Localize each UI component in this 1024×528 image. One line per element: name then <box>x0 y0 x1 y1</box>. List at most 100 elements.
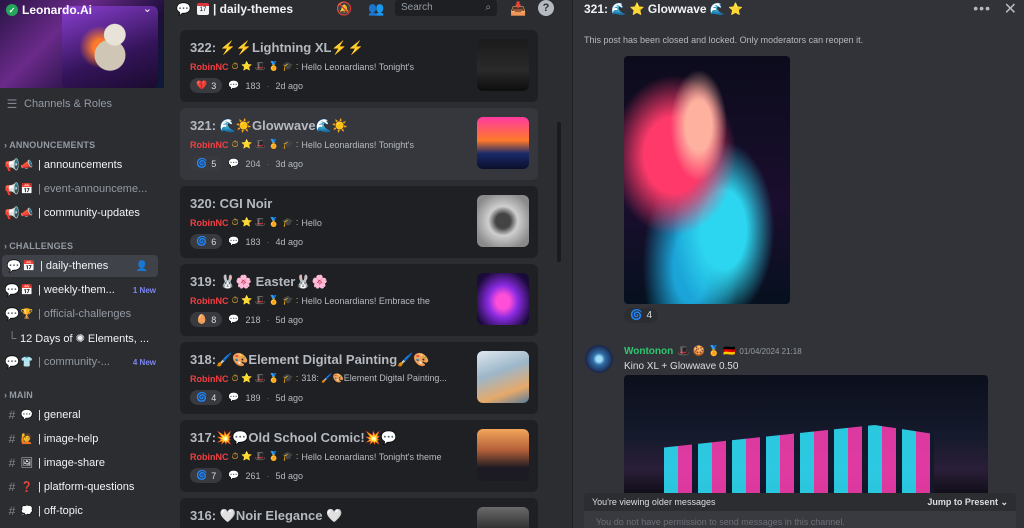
forum-title: | daily-themes <box>212 2 294 16</box>
avatar[interactable] <box>585 345 613 373</box>
close-icon[interactable]: ✕ <box>1004 0 1017 19</box>
notification-muted-icon[interactable]: 🔕 <box>336 1 352 17</box>
new-badge: 1 New <box>132 285 156 295</box>
post-author[interactable]: RobinNC <box>190 218 229 228</box>
chevron-down-icon: › <box>4 241 8 251</box>
reaction-pill[interactable]: 🌀 7 <box>190 468 223 483</box>
forum-post-317[interactable]: 317:💥💬Old School Comic!💥💬 RobinNC ⏱ ⭐ 🎩 … <box>180 420 538 492</box>
sidebar-item-platform-questions[interactable]: # ❓ | platform-questions <box>0 476 164 498</box>
attachment-image[interactable] <box>624 56 790 304</box>
post-author[interactable]: RobinNC <box>190 140 229 150</box>
separator: · <box>266 470 270 481</box>
sidebar-item-official-challenges[interactable]: 💬 🏆 | official-challenges <box>0 303 164 325</box>
chevron-down-icon: ⌄ <box>1000 496 1008 507</box>
megaphone-icon: 📢 <box>4 182 20 196</box>
reaction-pill[interactable]: 🌀 4 <box>190 390 223 405</box>
sidebar-item-image-help[interactable]: # 🙋 | image-help <box>0 428 164 450</box>
post-title: 322: ⚡⚡Lightning XL⚡⚡ <box>190 40 364 55</box>
chevron-down-icon[interactable]: ⌄ <box>143 2 152 15</box>
post-stats: 🌀 4 💬 189 · 5d ago <box>190 390 303 405</box>
post-author[interactable]: RobinNC <box>190 296 229 306</box>
sidebar-item-weekly-themes[interactable]: 💬 📅 | weekly-them... 1 New <box>0 279 164 301</box>
megaphone-emoji-icon: 📣 <box>20 207 34 219</box>
calendar-icon: 📅 <box>20 284 34 296</box>
forum-icon: 💬 <box>4 307 20 321</box>
inbox-icon[interactable]: 📥 <box>510 1 526 17</box>
thread-title: 321: 🌊 ⭐ Glowwave 🌊 ⭐ <box>584 2 744 16</box>
server-banner-art <box>62 6 158 88</box>
post-preview: Hello Leonardians! Tonight's <box>301 139 414 150</box>
hash-icon: # <box>8 504 16 518</box>
sidebar-item-community[interactable]: 💬 👕 | community-... 4 New <box>0 351 164 373</box>
category-announcements[interactable]: › ANNOUNCEMENTS <box>4 140 95 150</box>
sidebar-item-12-days-thread[interactable]: └ 12 Days of ✺ Elements, ... <box>0 327 164 349</box>
forum-post-319[interactable]: 319: 🐰🌸 Easter🐰🌸 RobinNC ⏱ ⭐ 🎩 🏅 🎓 : Hel… <box>180 264 538 336</box>
jump-to-present-button[interactable]: Jump to Present ⌄ <box>927 497 1008 508</box>
sidebar-item-event-announcements[interactable]: 📢 📅 | event-announceme... <box>0 178 164 200</box>
server-header[interactable]: ✓ Leonardo.Ai <box>6 3 92 17</box>
reaction-pill[interactable]: 🥚 8 <box>190 312 223 327</box>
emoji-icon: 🌀 <box>196 158 208 168</box>
forum-icon: 💬 <box>6 259 22 273</box>
calendar-icon: 17 <box>196 3 209 15</box>
help-icon[interactable]: ? <box>538 0 554 16</box>
speech-bubble-icon: 💭 <box>20 505 34 517</box>
picture-icon: 🖼 <box>20 457 34 469</box>
message-timestamp: 01/04/2024 21:18 <box>739 347 802 356</box>
server-banner[interactable]: ✓ Leonardo.Ai ⌄ <box>0 0 164 88</box>
sidebar-item-daily-themes[interactable]: 💬 📅 | daily-themes 👤 <box>2 255 158 277</box>
category-challenges[interactable]: › CHALLENGES <box>4 241 73 251</box>
post-thumbnail <box>477 507 529 528</box>
post-preview: 318: 🖌️🎨Element Digital Painting... <box>301 373 447 383</box>
hash-icon: # <box>8 408 16 422</box>
search-input[interactable]: Search ⌕ <box>395 0 497 16</box>
scrollbar[interactable] <box>557 122 561 262</box>
post-age: 2d ago <box>275 80 304 91</box>
reply-icon: 💬 <box>228 80 240 90</box>
category-main[interactable]: › MAIN <box>4 390 33 400</box>
member-list-icon[interactable]: 👥 <box>368 1 384 17</box>
sidebar-item-announcements[interactable]: 📢 📣 | announcements <box>0 154 164 176</box>
post-stats: 🌀 5 💬 204 · 3d ago <box>190 156 303 171</box>
forum-post-321[interactable]: 321: 🌊☀️Glowwave🌊☀️ RobinNC ⏱ ⭐ 🎩 🏅 🎓 : … <box>180 108 538 180</box>
sidebar-item-off-topic[interactable]: # 💭 | off-topic <box>0 500 164 522</box>
post-author[interactable]: RobinNC <box>190 452 229 462</box>
reaction-pill[interactable]: 💔 3 <box>190 78 223 93</box>
reaction-pill[interactable]: 🌀 4 <box>624 308 659 323</box>
post-thumbnail <box>477 273 529 325</box>
forum-post-322[interactable]: 322: ⚡⚡Lightning XL⚡⚡ RobinNC ⏱ ⭐ 🎩 🏅 🎓 … <box>180 30 538 102</box>
reply-icon: 💬 <box>228 470 240 480</box>
thread-panel: 321: 🌊 ⭐ Glowwave 🌊 ⭐ ••• ✕ This post ha… <box>572 0 1024 528</box>
search-icon: ⌕ <box>485 2 491 13</box>
add-member-icon[interactable]: 👤 <box>136 261 148 272</box>
post-author[interactable]: RobinNC <box>190 62 229 72</box>
message-text: Kino XL + Glowwave 0.50 <box>624 361 739 372</box>
forum-post-320[interactable]: 320: CGI Noir RobinNC ⏱ ⭐ 🎩 🏅 🎓 : Hello … <box>180 186 538 258</box>
post-author[interactable]: RobinNC <box>190 374 229 384</box>
chevron-down-icon: › <box>4 390 8 400</box>
reaction-pill[interactable]: 🌀 6 <box>190 234 223 249</box>
post-title: 317:💥💬Old School Comic!💥💬 <box>190 430 398 445</box>
separator: · <box>266 236 270 247</box>
channels-roles-link[interactable]: ☰ Channels & Roles <box>0 93 164 115</box>
post-thumbnail <box>477 195 529 247</box>
post-meta: RobinNC ⏱ ⭐ 🎩 🏅 🎓 : 318: 🖌️🎨Element Digi… <box>190 373 447 384</box>
post-age: 5d ago <box>275 314 304 325</box>
reply-icon: 💬 <box>228 392 240 402</box>
sidebar-item-image-share[interactable]: # 🖼 | image-share <box>0 452 164 474</box>
reaction-pill[interactable]: 🌀 5 <box>190 156 223 171</box>
post-title: 321: 🌊☀️Glowwave🌊☀️ <box>190 118 348 133</box>
post-meta: RobinNC ⏱ ⭐ 🎩 🏅 🎓 : Hello Leonardians! T… <box>190 451 442 462</box>
person-raising-hand-icon: 🙋 <box>20 433 34 445</box>
badge-icons: ⏱ ⭐ 🎩 🏅 🎓 : <box>231 373 299 383</box>
forum-post-318[interactable]: 318:🖌️🎨Element Digital Painting🖌️🎨 Robin… <box>180 342 538 414</box>
hash-icon: # <box>8 456 16 470</box>
sidebar-item-community-updates[interactable]: 📢 📣 | community-updates <box>0 202 164 224</box>
reply-icon: 💬 <box>228 314 240 324</box>
message-author[interactable]: Wontonon <box>624 346 673 357</box>
forum-post-316[interactable]: 316: 🤍Noir Elegance 🤍 <box>180 498 538 528</box>
hash-icon: # <box>8 432 16 446</box>
thread-branch-icon: └ <box>7 331 17 345</box>
sidebar-item-general[interactable]: # 💬 | general <box>0 404 164 426</box>
more-options-icon[interactable]: ••• <box>973 0 991 16</box>
